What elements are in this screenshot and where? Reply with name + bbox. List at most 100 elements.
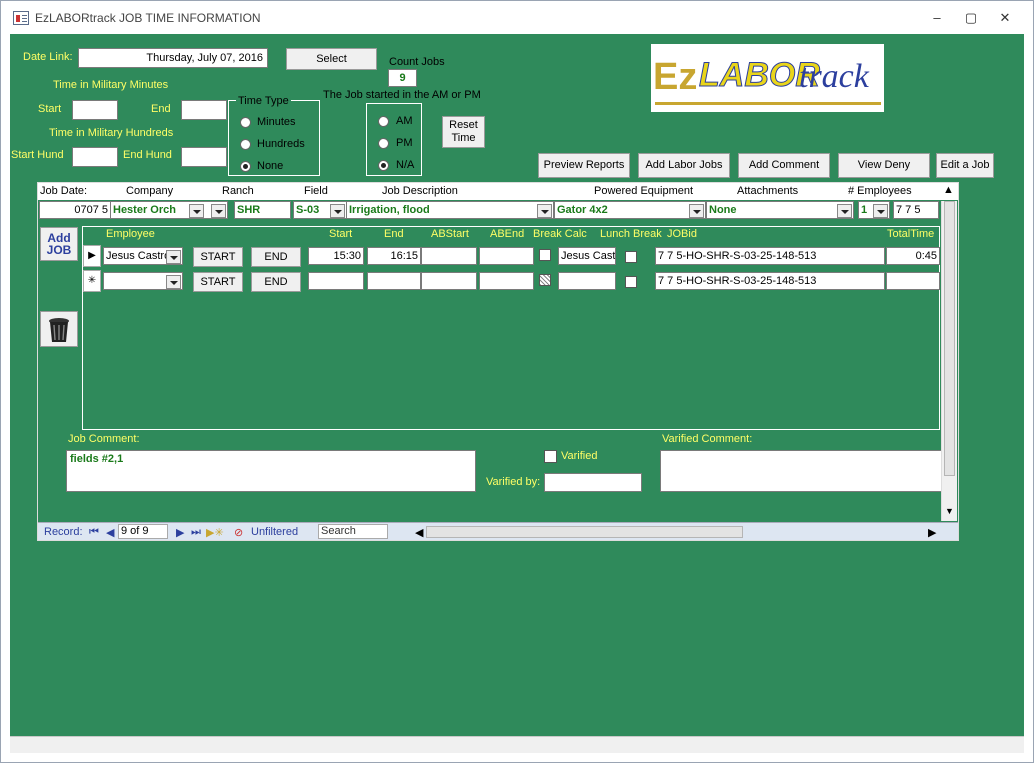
new-end-time-cell[interactable]	[367, 272, 421, 290]
col-abstart: ABStart	[431, 228, 469, 240]
new-lunch-break-checkbox[interactable]	[625, 276, 637, 288]
scroll-down-icon[interactable]: ▼	[945, 506, 954, 516]
add-job-button[interactable]: Add JOB	[40, 227, 78, 261]
date-link-label: Date Link:	[23, 51, 73, 63]
na-radio[interactable]	[378, 160, 389, 171]
date-link-field[interactable]: Thursday, July 07, 2016	[78, 48, 268, 68]
end-time-cell[interactable]: 16:15	[367, 247, 421, 265]
start-minutes-input[interactable]	[72, 100, 118, 120]
military-hundreds-label: Time in Military Hundreds	[49, 127, 174, 139]
trash-can-icon	[49, 318, 69, 342]
new-employee-dropdown-icon[interactable]	[166, 275, 181, 289]
scroll-thumb[interactable]	[944, 201, 955, 476]
equipment-combo[interactable]: Gator 4x2	[554, 201, 706, 219]
employees-dropdown-icon[interactable]	[873, 204, 888, 218]
job-date-field[interactable]: 0707 5	[39, 201, 111, 219]
maximize-button[interactable]: ▢	[961, 9, 981, 27]
new-record-icon[interactable]: ▶✳	[206, 526, 224, 539]
new-start-time-cell[interactable]	[308, 272, 364, 290]
company-combo[interactable]: Hester Orch	[110, 201, 228, 219]
form-icon	[13, 11, 29, 25]
description-dropdown-icon[interactable]	[537, 204, 552, 218]
edit-a-job-button[interactable]: Edit a Job	[936, 153, 994, 178]
time-type-label: Time Type	[236, 95, 291, 107]
logo-track: track	[799, 58, 869, 95]
new-employee-combo[interactable]	[103, 272, 183, 290]
preview-reports-button[interactable]: Preview Reports	[538, 153, 630, 178]
pm-radio[interactable]	[378, 138, 389, 149]
search-box[interactable]: Search	[318, 524, 388, 539]
field-dropdown-icon[interactable]	[330, 204, 345, 218]
new-break-checkbox[interactable]	[539, 274, 551, 286]
attachments-combo[interactable]: None	[706, 201, 854, 219]
employee-dropdown-icon[interactable]	[166, 250, 181, 264]
reset-time-button[interactable]: Reset Time	[442, 116, 485, 148]
am-radio[interactable]	[378, 116, 389, 127]
vertical-scrollbar[interactable]: ▼	[941, 201, 957, 521]
varified-by-field[interactable]	[544, 473, 642, 492]
varified-comment-field[interactable]	[660, 450, 942, 492]
new-abend-cell[interactable]	[479, 272, 534, 290]
ranch-field[interactable]: SHR	[234, 201, 291, 219]
delete-button[interactable]	[40, 311, 78, 347]
start-time-cell[interactable]: 15:30	[308, 247, 364, 265]
equipment-value: Gator 4x2	[557, 204, 608, 216]
record-selector[interactable]: ▶	[83, 245, 101, 267]
none-label: None	[257, 160, 284, 172]
record-position-field[interactable]: 9 of 9	[118, 524, 168, 539]
abstart-cell[interactable]	[421, 247, 477, 265]
col-abend: ABEnd	[490, 228, 525, 240]
scroll-up-icon[interactable]: ▲	[943, 184, 954, 196]
prev-record-icon[interactable]: ◀	[106, 526, 114, 539]
new-start-button[interactable]: START	[193, 272, 243, 292]
employee-value: Jesus Castro	[106, 250, 171, 262]
minutes-label: Minutes	[257, 116, 296, 128]
end-hund-input[interactable]	[181, 147, 227, 167]
end-button[interactable]: END	[251, 247, 301, 267]
col-attachments: Attachments	[737, 185, 799, 197]
job-description-combo[interactable]: Irrigation, flood	[346, 201, 554, 219]
military-minutes-label: Time in Military Minutes	[53, 79, 169, 91]
employee-combo[interactable]: Jesus Castro	[103, 247, 183, 265]
start-hund-input[interactable]	[72, 147, 118, 167]
job-header-row: Job Date: Company Ranch Field Job Descri…	[38, 183, 958, 200]
na-label: N/A	[396, 159, 415, 171]
scroll-right-icon[interactable]: ▶	[928, 526, 936, 539]
field-combo[interactable]: S-03	[293, 201, 347, 219]
add-comment-button[interactable]: Add Comment	[738, 153, 830, 178]
view-deny-button[interactable]: View Deny	[838, 153, 930, 178]
new-end-button[interactable]: END	[251, 272, 301, 292]
hundreds-radio[interactable]	[240, 139, 251, 150]
employees-combo[interactable]: 1	[858, 201, 890, 219]
job-comment-field[interactable]: fields #2,1	[66, 450, 476, 492]
new-record-selector[interactable]: ✳	[83, 270, 101, 292]
equipment-dropdown-icon[interactable]	[689, 204, 704, 218]
last-record-icon[interactable]: ⏭	[191, 526, 201, 539]
minutes-radio[interactable]	[240, 117, 251, 128]
scroll-left-icon[interactable]: ◀	[415, 526, 423, 539]
title-bar: EzLABORtrack JOB TIME INFORMATION – ▢ ✕	[1, 1, 1033, 34]
minimize-button[interactable]: –	[927, 9, 947, 27]
col-lunch-break: Lunch Break	[600, 228, 662, 240]
add-labor-jobs-button[interactable]: Add Labor Jobs	[638, 153, 730, 178]
abend-cell[interactable]	[479, 247, 534, 265]
company-dropdown-icon[interactable]	[189, 204, 204, 218]
horizontal-scroll-thumb[interactable]	[426, 526, 743, 538]
filter-status[interactable]: Unfiltered	[251, 526, 298, 538]
col-field: Field	[304, 185, 328, 197]
attachments-dropdown-icon[interactable]	[837, 204, 852, 218]
col-jobid: JOBid	[667, 228, 697, 240]
end-minutes-input[interactable]	[181, 100, 227, 120]
varified-checkbox[interactable]	[544, 450, 557, 463]
none-radio[interactable]	[240, 161, 251, 172]
new-abstart-cell[interactable]	[421, 272, 477, 290]
start-button[interactable]: START	[193, 247, 243, 267]
close-button[interactable]: ✕	[995, 9, 1015, 27]
lunch-break-checkbox[interactable]	[625, 251, 637, 263]
first-record-icon[interactable]: ⏮	[89, 526, 99, 539]
filter-icon: ⊘	[234, 527, 244, 539]
break-checkbox[interactable]	[539, 249, 551, 261]
next-record-icon[interactable]: ▶	[176, 526, 184, 539]
select-button[interactable]: Select	[286, 48, 377, 70]
company-dropdown-icon-2[interactable]	[211, 204, 226, 218]
